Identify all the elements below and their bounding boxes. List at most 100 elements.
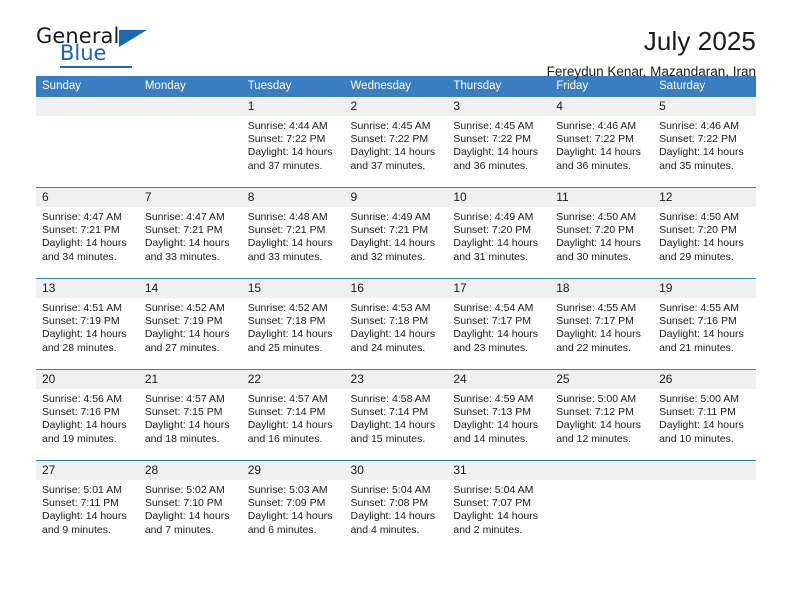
- sunrise-text: Sunrise: 4:52 AM: [144, 302, 225, 314]
- daylight-text-line2: and 9 minutes.: [42, 523, 111, 536]
- sunrise-text: Sunrise: 4:45 AM: [453, 120, 534, 132]
- sunrise-text: Sunrise: 4:55 AM: [659, 302, 740, 314]
- sunset-text: Sunset: 7:17 PM: [556, 315, 634, 328]
- sunset-text: Sunset: 7:08 PM: [350, 497, 429, 510]
- day-cell-content: 15 Sunrise: 4:52 AM Sunset: 7:18 PM Dayligh…: [241, 279, 345, 369]
- calendar-day-cell[interactable]: 21 Sunrise: 4:57 AM Sunset: 7:15 PM Dayligh…: [138, 369, 242, 461]
- day-cell-content: 13 Sunrise: 4:51 AM Sunset: 7:19 PM Dayligh…: [36, 279, 139, 369]
- calendar-day-cell[interactable]: 8 Sunrise: 4:48 AM Sunset: 7:21 PM Daylight…: [241, 187, 345, 279]
- calendar-body: 1 Sunrise: 4:44 AM Sunset: 7:22 PM Daylight…: [36, 97, 756, 551]
- daylight-text-line1: Daylight: 14 hours: [247, 237, 333, 250]
- calendar-day-cell[interactable]: 24 Sunrise: 4:59 AM Sunset: 7:13 PM Dayligh…: [447, 369, 551, 461]
- calendar-day-cell-empty: [138, 97, 242, 188]
- calendar-day-cell[interactable]: 13 Sunrise: 4:51 AM Sunset: 7:19 PM Dayligh…: [36, 278, 139, 370]
- calendar-day-cell[interactable]: 31 Sunrise: 5:04 AM Sunset: 7:07 PM Dayligh…: [447, 460, 551, 551]
- calendar-day-cell[interactable]: 16 Sunrise: 4:53 AM Sunset: 7:18 PM Dayligh…: [344, 278, 448, 370]
- calendar-day-cell[interactable]: 27 Sunrise: 5:01 AM Sunset: 7:11 PM Dayligh…: [36, 460, 139, 551]
- calendar-week-row: 20 Sunrise: 4:56 AM Sunset: 7:16 PM Dayligh…: [36, 369, 756, 461]
- daylight-text-line1: Daylight: 14 hours: [453, 328, 539, 341]
- calendar-day-cell[interactable]: 4 Sunrise: 4:46 AM Sunset: 7:22 PM Daylight…: [550, 97, 654, 188]
- daylight-text-line1: Daylight: 14 hours: [350, 146, 436, 159]
- sunset-text: Sunset: 7:13 PM: [453, 406, 532, 419]
- calendar-day-cell[interactable]: 11 Sunrise: 4:50 AM Sunset: 7:20 PM Dayligh…: [550, 187, 654, 279]
- page-title: July 2025: [643, 26, 756, 56]
- calendar-day-cell[interactable]: 12 Sunrise: 4:50 AM Sunset: 7:20 PM Dayligh…: [653, 187, 756, 279]
- day-cell-content: 9 Sunrise: 4:49 AM Sunset: 7:21 PM Daylight…: [344, 188, 448, 278]
- calendar-day-cell[interactable]: 19 Sunrise: 4:55 AM Sunset: 7:16 PM Dayligh…: [653, 278, 756, 370]
- calendar-day-cell[interactable]: 7 Sunrise: 4:47 AM Sunset: 7:21 PM Daylight…: [138, 187, 242, 279]
- day-number: 4: [550, 97, 654, 116]
- weekday-header-tuesday: Tuesday: [241, 76, 345, 97]
- sunrise-text: Sunrise: 5:00 AM: [659, 393, 740, 405]
- day-number: 27: [36, 461, 139, 480]
- daylight-text-line2: and 4 minutes.: [350, 523, 420, 536]
- sunrise-text: Sunrise: 4:46 AM: [659, 120, 740, 132]
- calendar-day-cell[interactable]: 22 Sunrise: 4:57 AM Sunset: 7:14 PM Dayligh…: [241, 369, 345, 461]
- calendar-day-cell[interactable]: 10 Sunrise: 4:49 AM Sunset: 7:20 PM Dayligh…: [447, 187, 551, 279]
- calendar-day-cell-empty: [36, 97, 139, 188]
- sunset-text: Sunset: 7:20 PM: [556, 224, 634, 237]
- daylight-text-line1: Daylight: 14 hours: [42, 419, 127, 432]
- day-number: 3: [447, 97, 551, 116]
- calendar-day-cell-empty: [550, 460, 654, 551]
- calendar-day-cell[interactable]: 3 Sunrise: 4:45 AM Sunset: 7:22 PM Daylight…: [447, 97, 551, 188]
- day-number: 13: [36, 279, 139, 298]
- calendar-week-row: 6 Sunrise: 4:47 AM Sunset: 7:21 PM Daylight…: [36, 187, 756, 279]
- daylight-text-line1: Daylight: 14 hours: [350, 419, 436, 432]
- sun-info: Sunrise: 4:49 AM Sunset: 7:20 PM Daylight:…: [447, 207, 550, 264]
- daylight-text-line1: Daylight: 14 hours: [556, 146, 641, 159]
- calendar-day-cell[interactable]: 20 Sunrise: 4:56 AM Sunset: 7:16 PM Dayligh…: [36, 369, 139, 461]
- sunset-text: Sunset: 7:19 PM: [42, 315, 120, 328]
- calendar-day-cell[interactable]: 15 Sunrise: 4:52 AM Sunset: 7:18 PM Dayligh…: [241, 278, 345, 370]
- sun-info: Sunrise: 4:58 AM Sunset: 7:14 PM Daylight:…: [345, 389, 448, 446]
- day-cell-content: 12 Sunrise: 4:50 AM Sunset: 7:20 PM Dayligh…: [653, 188, 756, 278]
- sunrise-text: Sunrise: 5:03 AM: [247, 484, 328, 496]
- sun-info: Sunrise: 4:57 AM Sunset: 7:15 PM Daylight:…: [139, 389, 242, 446]
- calendar-day-cell[interactable]: 25 Sunrise: 5:00 AM Sunset: 7:12 PM Dayligh…: [550, 369, 654, 461]
- calendar-day-cell[interactable]: 6 Sunrise: 4:47 AM Sunset: 7:21 PM Daylight…: [36, 187, 139, 279]
- sunrise-text: Sunrise: 4:49 AM: [350, 211, 431, 223]
- calendar-day-cell[interactable]: 17 Sunrise: 4:54 AM Sunset: 7:17 PM Dayligh…: [447, 278, 551, 370]
- sunrise-text: Sunrise: 5:04 AM: [350, 484, 431, 496]
- calendar-day-cell[interactable]: 2 Sunrise: 4:45 AM Sunset: 7:22 PM Daylight…: [344, 97, 448, 188]
- daylight-text-line1: Daylight: 14 hours: [144, 419, 230, 432]
- calendar-day-cell[interactable]: 9 Sunrise: 4:49 AM Sunset: 7:21 PM Daylight…: [344, 187, 448, 279]
- day-cell-content: 20 Sunrise: 4:56 AM Sunset: 7:16 PM Dayligh…: [36, 370, 139, 460]
- sunset-text: Sunset: 7:15 PM: [144, 406, 223, 419]
- sun-info: Sunrise: 4:45 AM Sunset: 7:22 PM Daylight:…: [345, 116, 448, 173]
- sun-info: Sunrise: 4:56 AM Sunset: 7:16 PM Daylight:…: [36, 389, 139, 446]
- day-cell-content: 31 Sunrise: 5:04 AM Sunset: 7:07 PM Dayligh…: [447, 461, 551, 551]
- daylight-text-line2: and 32 minutes.: [350, 250, 426, 263]
- daylight-text-line2: and 36 minutes.: [453, 159, 529, 172]
- calendar-day-cell[interactable]: 1 Sunrise: 4:44 AM Sunset: 7:22 PM Daylight…: [241, 97, 345, 188]
- calendar-day-cell[interactable]: 28 Sunrise: 5:02 AM Sunset: 7:10 PM Dayligh…: [138, 460, 242, 551]
- calendar-day-cell[interactable]: 23 Sunrise: 4:58 AM Sunset: 7:14 PM Dayligh…: [344, 369, 448, 461]
- calendar-day-cell[interactable]: 14 Sunrise: 4:52 AM Sunset: 7:19 PM Dayligh…: [138, 278, 242, 370]
- day-cell-content: 3 Sunrise: 4:45 AM Sunset: 7:22 PM Daylight…: [447, 97, 551, 187]
- day-cell-content: 24 Sunrise: 4:59 AM Sunset: 7:13 PM Dayligh…: [447, 370, 551, 460]
- daylight-text-line2: and 30 minutes.: [556, 250, 631, 263]
- calendar-day-cell[interactable]: 26 Sunrise: 5:00 AM Sunset: 7:11 PM Dayligh…: [653, 369, 756, 461]
- calendar-day-cell[interactable]: 30 Sunrise: 5:04 AM Sunset: 7:08 PM Dayligh…: [344, 460, 448, 551]
- daylight-text-line2: and 21 minutes.: [659, 341, 734, 354]
- daylight-text-line2: and 29 minutes.: [659, 250, 734, 263]
- sun-info: Sunrise: 4:47 AM Sunset: 7:21 PM Daylight:…: [139, 207, 242, 264]
- sun-info: Sunrise: 4:52 AM Sunset: 7:19 PM Daylight:…: [139, 298, 242, 355]
- logo-triangle-icon: [119, 30, 147, 47]
- sunrise-text: Sunrise: 4:50 AM: [659, 211, 740, 223]
- day-number: 24: [447, 370, 551, 389]
- day-number: 30: [344, 461, 448, 480]
- sun-info: Sunrise: 4:52 AM Sunset: 7:18 PM Daylight:…: [242, 298, 345, 355]
- title-block: July 2025 Fereydun Kenar, Mazandaran, Ir…: [547, 26, 756, 80]
- daylight-text-line1: Daylight: 14 hours: [144, 510, 230, 523]
- calendar-day-cell[interactable]: 29 Sunrise: 5:03 AM Sunset: 7:09 PM Dayligh…: [241, 460, 345, 551]
- daylight-text-line1: Daylight: 14 hours: [659, 419, 744, 432]
- logo-text-blue: Blue: [60, 41, 107, 65]
- calendar-day-cell[interactable]: 18 Sunrise: 4:55 AM Sunset: 7:17 PM Dayligh…: [550, 278, 654, 370]
- day-cell-content: 27 Sunrise: 5:01 AM Sunset: 7:11 PM Dayligh…: [36, 461, 139, 551]
- daylight-text-line2: and 18 minutes.: [144, 432, 220, 445]
- day-number: 14: [138, 279, 242, 298]
- calendar-day-cell[interactable]: 5 Sunrise: 4:46 AM Sunset: 7:22 PM Daylight…: [653, 97, 756, 188]
- page-subtitle: Fereydun Kenar, Mazandaran, Iran: [546, 64, 756, 80]
- sunrise-text: Sunrise: 4:57 AM: [247, 393, 328, 405]
